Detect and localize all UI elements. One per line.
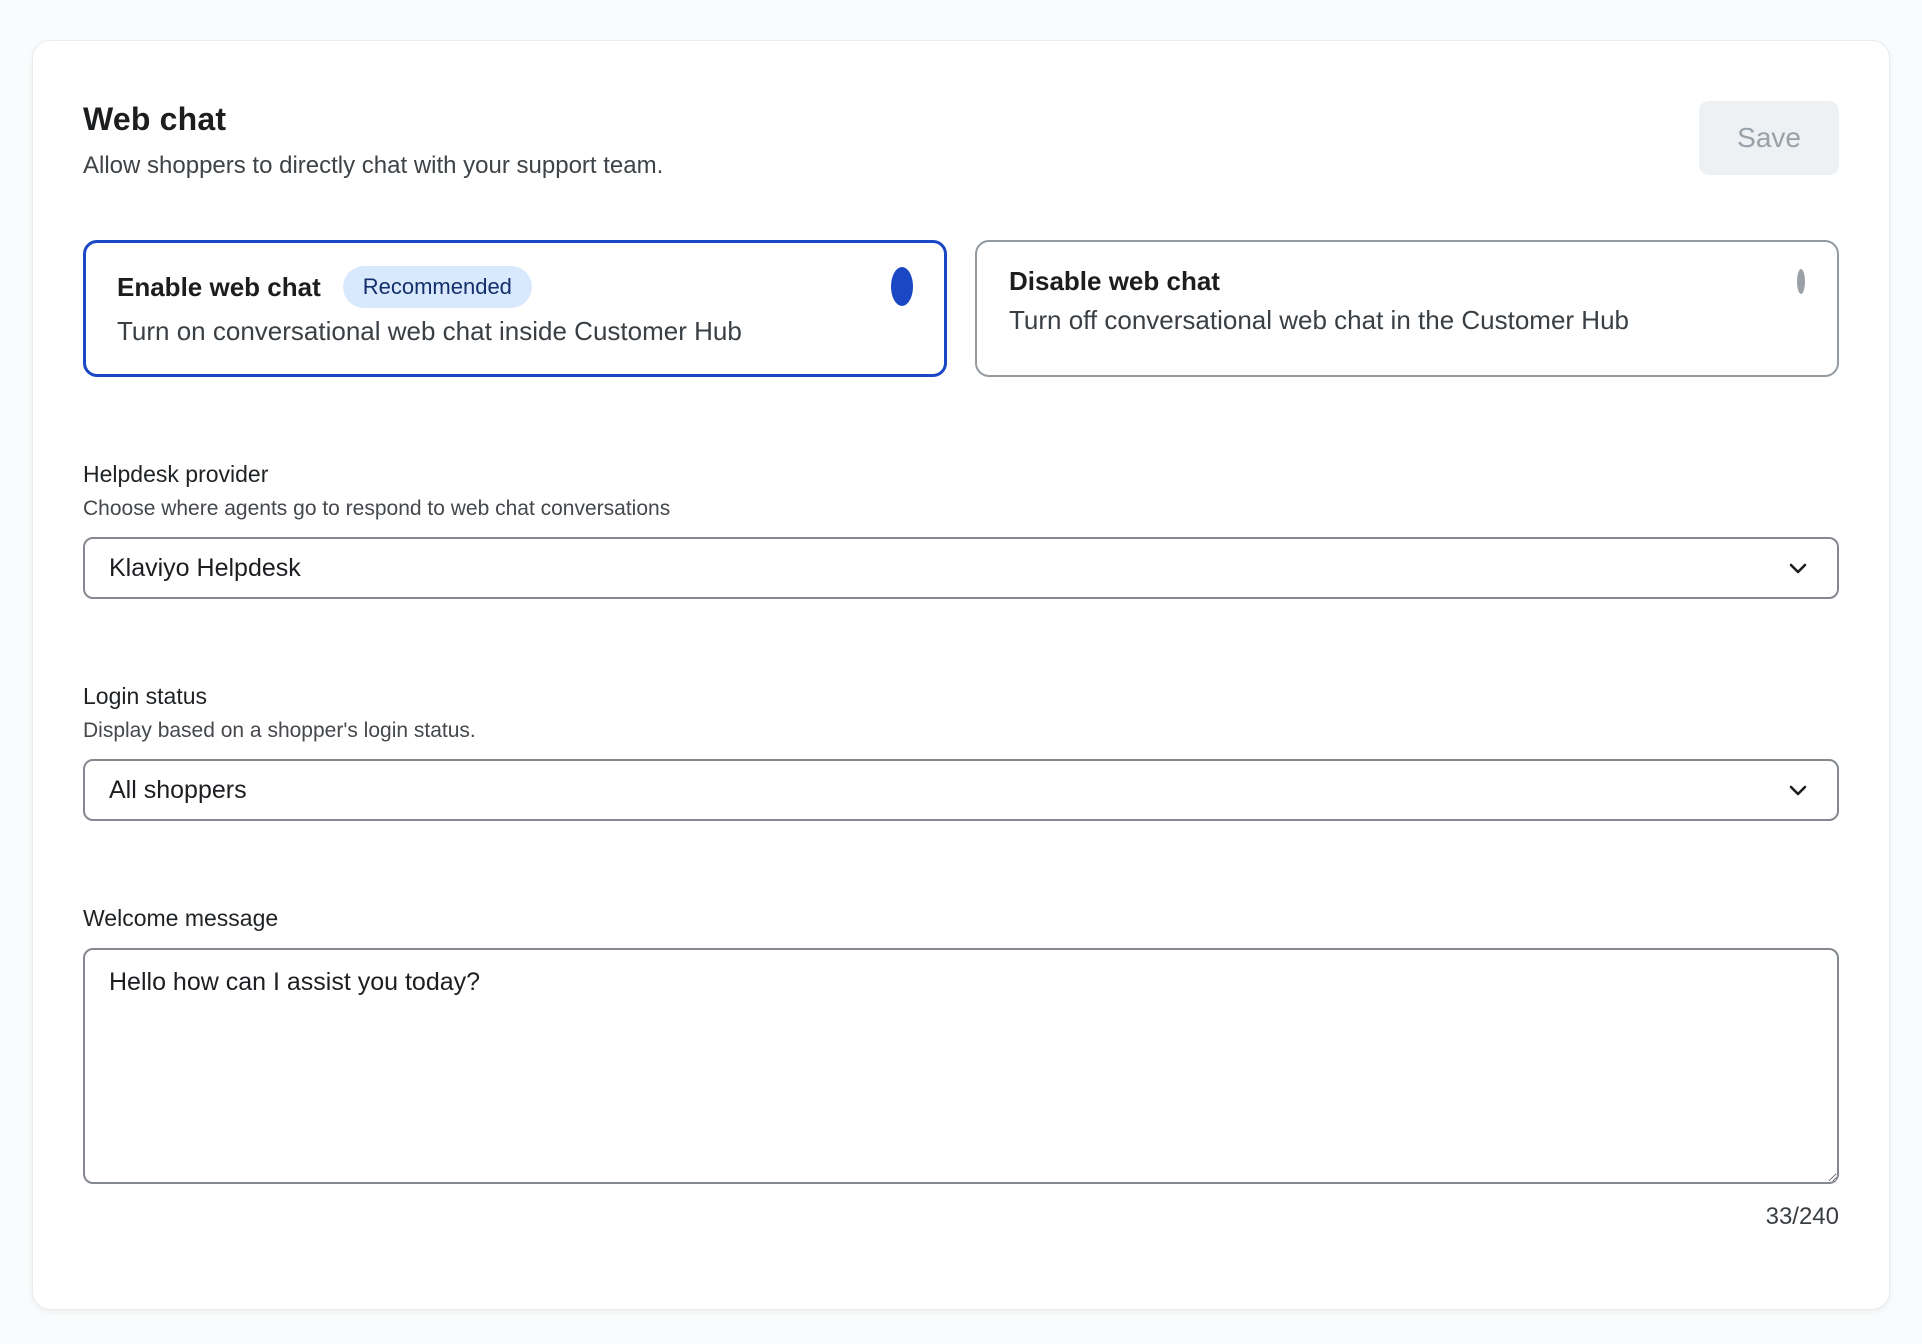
login-status-helper: Display based on a shopper's login statu… <box>83 719 1839 743</box>
radio-selected-icon <box>891 267 913 306</box>
login-status-select[interactable]: All shoppers <box>83 759 1839 821</box>
login-status-value: All shoppers <box>109 776 1783 805</box>
welcome-message-input[interactable]: Hello how can I assist you today? <box>83 948 1839 1184</box>
chevron-down-icon <box>1783 775 1813 805</box>
helpdesk-provider-section: Helpdesk provider Choose where agents go… <box>83 461 1839 599</box>
welcome-message-label: Welcome message <box>83 905 1839 932</box>
helpdesk-provider-helper: Choose where agents go to respond to web… <box>83 497 1839 521</box>
option-enable-web-chat[interactable]: Enable web chat Recommended Turn on conv… <box>83 240 947 377</box>
option-enable-radio[interactable] <box>891 278 913 296</box>
helpdesk-provider-label: Helpdesk provider <box>83 461 1839 488</box>
option-enable-description: Turn on conversational web chat inside C… <box>117 316 913 347</box>
chevron-down-icon <box>1783 553 1813 583</box>
character-counter: 33/240 <box>83 1203 1839 1231</box>
login-status-section: Login status Display based on a shopper'… <box>83 683 1839 821</box>
web-chat-toggle-options: Enable web chat Recommended Turn on conv… <box>83 240 1839 377</box>
radio-unselected-icon <box>1797 269 1805 294</box>
page-title: Web chat <box>83 101 663 138</box>
page-subtitle: Allow shoppers to directly chat with you… <box>83 152 663 180</box>
option-disable-radio[interactable] <box>1797 273 1805 291</box>
helpdesk-provider-value: Klaviyo Helpdesk <box>109 554 1783 583</box>
header-text: Web chat Allow shoppers to directly chat… <box>83 101 663 180</box>
option-disable-title: Disable web chat <box>1009 266 1220 297</box>
save-button[interactable]: Save <box>1699 101 1839 175</box>
helpdesk-provider-select[interactable]: Klaviyo Helpdesk <box>83 537 1839 599</box>
option-disable-title-row: Disable web chat <box>1009 266 1805 297</box>
welcome-message-section: Welcome message Hello how can I assist y… <box>83 905 1839 1231</box>
recommended-badge: Recommended <box>343 266 532 308</box>
login-status-label: Login status <box>83 683 1839 710</box>
web-chat-settings-card: Web chat Allow shoppers to directly chat… <box>32 40 1890 1310</box>
option-disable-web-chat[interactable]: Disable web chat Turn off conversational… <box>975 240 1839 377</box>
option-enable-title: Enable web chat <box>117 272 321 303</box>
header: Web chat Allow shoppers to directly chat… <box>83 101 1839 180</box>
option-enable-title-row: Enable web chat Recommended <box>117 266 913 308</box>
option-disable-description: Turn off conversational web chat in the … <box>1009 305 1805 336</box>
